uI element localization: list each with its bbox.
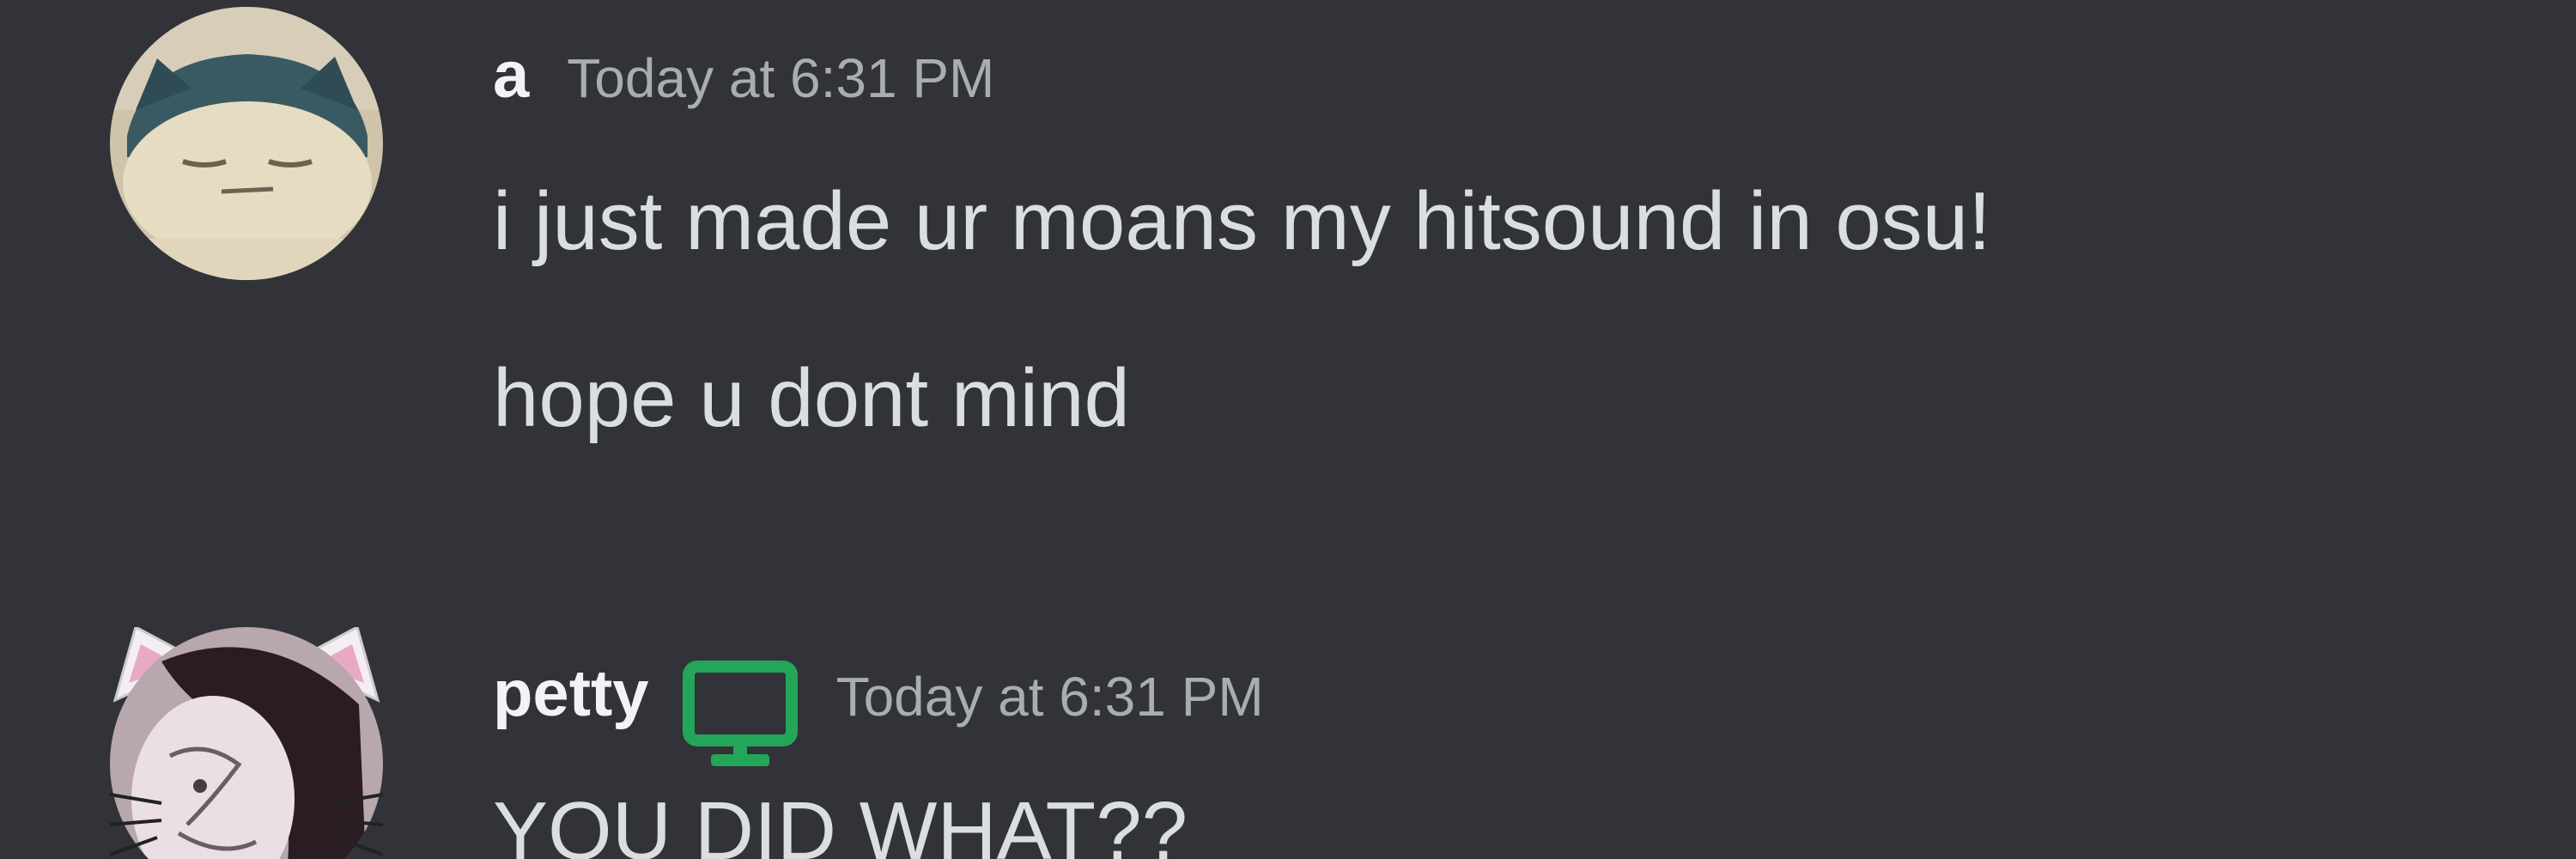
username[interactable]: petty	[493, 653, 649, 735]
message-text: i just made ur moans my hitsound in osu!	[493, 175, 1991, 267]
cat-ear-avatar-icon	[110, 627, 383, 859]
avatar[interactable]	[110, 7, 383, 280]
avatar[interactable]	[110, 627, 383, 859]
snorlax-avatar-icon	[110, 7, 383, 280]
message-text: YOU DID WHAT??	[493, 785, 1188, 859]
timestamp[interactable]: Today at 6:31 PM	[567, 37, 994, 119]
timestamp[interactable]: Today at 6:31 PM	[836, 655, 1264, 738]
desktop-online-icon	[680, 658, 800, 770]
message-header: petty Today at 6:31 PM	[493, 653, 1264, 766]
username[interactable]: a	[493, 34, 529, 117]
message-text: hope u dont mind	[493, 352, 1130, 444]
message-header: a Today at 6:31 PM	[493, 34, 994, 119]
chat-messages: a Today at 6:31 PM i just made ur moans …	[0, 0, 2576, 859]
